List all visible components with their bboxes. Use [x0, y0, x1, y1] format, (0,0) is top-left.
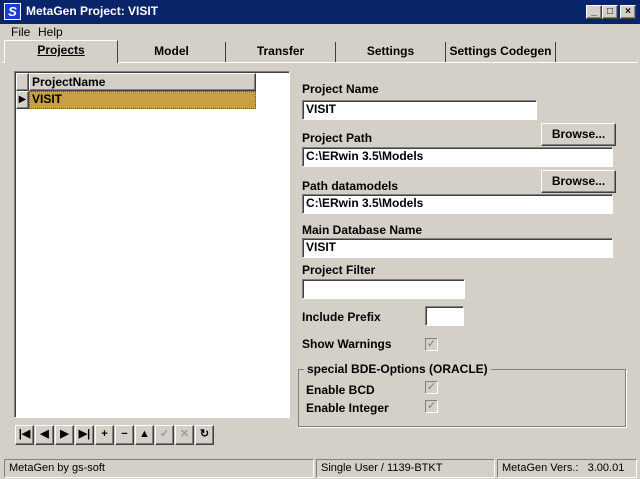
edit-record-button[interactable]: ▲ — [135, 425, 154, 445]
version-value: 3.00.01 — [587, 462, 625, 474]
project-path-label: Project Path — [302, 131, 373, 145]
project-grid[interactable]: ProjectName ▶ VISIT — [14, 71, 290, 418]
enable-integer-label: Enable Integer — [306, 401, 389, 415]
main-db-input[interactable]: VISIT — [302, 238, 613, 258]
main-db-label: Main Database Name — [302, 223, 423, 237]
bde-options-title: special BDE-Options (ORACLE) — [304, 362, 491, 376]
include-prefix-label: Include Prefix — [302, 310, 381, 324]
version-label: MetaGen Vers.: — [502, 462, 579, 474]
maximize-button[interactable]: □ — [602, 5, 618, 19]
path-datamodels-input[interactable]: C:\ERwin 3.5\Models — [302, 194, 613, 214]
browse-datamodels-button[interactable]: Browse... — [541, 170, 616, 193]
project-filter-input[interactable] — [302, 279, 465, 299]
enable-bcd-label: Enable BCD — [306, 383, 375, 397]
tab-projects[interactable]: Projects — [4, 40, 118, 63]
grid-header-indicator — [16, 73, 29, 91]
cell-projectname[interactable]: VISIT — [29, 91, 256, 109]
tab-settings[interactable]: Settings — [336, 42, 446, 62]
enable-bcd-checkbox[interactable]: ✓ — [425, 381, 438, 394]
table-row[interactable]: ▶ VISIT — [16, 91, 256, 109]
status-version: MetaGen Vers.: 3.00.01 — [497, 459, 637, 478]
status-middle: Single User / 1139-BTKT — [316, 459, 495, 478]
title-bar[interactable]: S MetaGen Project: VISIT _ □ × — [0, 0, 640, 24]
tab-model[interactable]: Model — [118, 42, 226, 62]
browse-project-path-button[interactable]: Browse... — [541, 123, 616, 146]
row-indicator-icon: ▶ — [16, 91, 29, 109]
post-record-button[interactable]: ✓ — [155, 425, 174, 445]
next-record-button[interactable]: ▶ — [55, 425, 74, 445]
cancel-record-button[interactable]: ✕ — [175, 425, 194, 445]
prior-record-button[interactable]: ◀ — [35, 425, 54, 445]
tab-settings-codegen[interactable]: Settings Codegen — [446, 42, 556, 62]
refresh-records-button[interactable]: ↻ — [195, 425, 214, 445]
show-warnings-checkbox[interactable]: ✓ — [425, 338, 438, 351]
insert-record-button[interactable]: + — [95, 425, 114, 445]
close-button[interactable]: × — [620, 5, 636, 19]
enable-integer-checkbox[interactable]: ✓ — [425, 400, 438, 413]
tab-transfer[interactable]: Transfer — [226, 42, 336, 62]
project-filter-label: Project Filter — [302, 263, 376, 277]
grid-header: ProjectName — [16, 73, 256, 91]
project-name-label: Project Name — [302, 82, 379, 96]
last-record-button[interactable]: ▶| — [75, 425, 94, 445]
path-datamodels-label: Path datamodels — [302, 179, 399, 193]
window-title: MetaGen Project: VISIT — [26, 4, 159, 18]
app-icon[interactable]: S — [4, 3, 21, 20]
project-path-input[interactable]: C:\ERwin 3.5\Models — [302, 147, 613, 167]
first-record-button[interactable]: |◀ — [15, 425, 34, 445]
menu-file[interactable]: File — [11, 25, 30, 39]
show-warnings-label: Show Warnings — [302, 337, 392, 351]
column-header-projectname[interactable]: ProjectName — [29, 73, 256, 91]
include-prefix-input[interactable] — [425, 306, 464, 326]
minimize-button[interactable]: _ — [586, 5, 602, 19]
status-left: MetaGen by gs-soft — [4, 459, 314, 478]
delete-record-button[interactable]: − — [115, 425, 134, 445]
bde-options-group — [298, 369, 626, 427]
menu-help[interactable]: Help — [38, 25, 63, 39]
project-name-input[interactable]: VISIT — [302, 100, 537, 120]
